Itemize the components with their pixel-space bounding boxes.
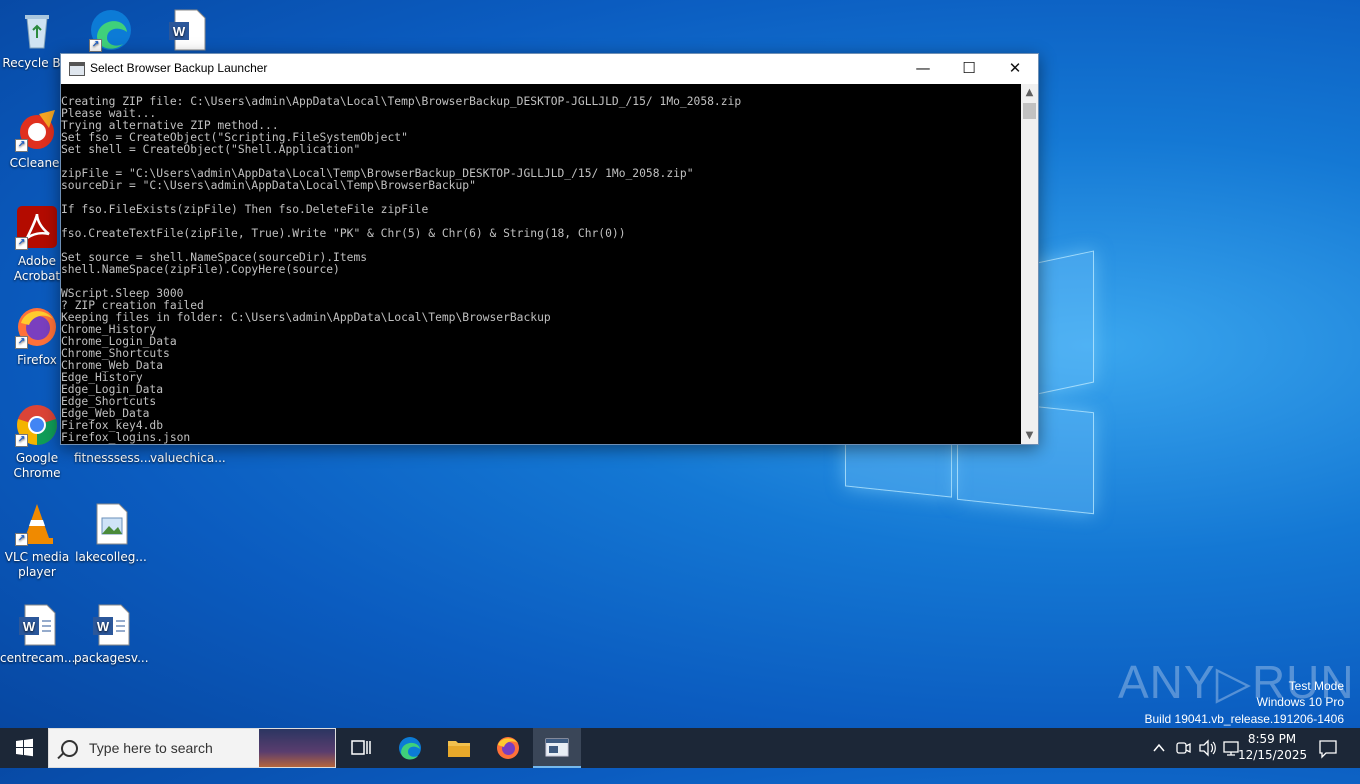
edge-icon: ↗ — [89, 8, 133, 52]
firefox-icon: ↗ — [15, 305, 59, 349]
ccleaner-icon: ↗ — [15, 108, 59, 152]
shortcut-arrow-icon: ↗ — [15, 434, 28, 447]
desktop-icon-edge[interactable]: ↗ — [74, 8, 148, 56]
taskbar-file-explorer[interactable] — [435, 728, 483, 768]
console-output[interactable]: Creating ZIP file: C:\Users\admin\AppDat… — [61, 84, 1021, 444]
taskbar-firefox[interactable] — [484, 728, 532, 768]
file-explorer-icon — [448, 741, 470, 757]
desktop-icon-label: centrecam... — [0, 651, 76, 665]
shortcut-arrow-icon: ↗ — [15, 533, 28, 546]
shortcut-arrow-icon: ↗ — [15, 237, 28, 250]
desktop-icon-label: packagesv... — [74, 651, 149, 665]
taskbar: Type here to search 8:59 PM 12/15/2025 — [0, 728, 1360, 768]
image-file-icon — [89, 502, 133, 546]
maximize-button[interactable]: ☐ — [946, 54, 992, 84]
tray-meet-now[interactable] — [1172, 728, 1194, 768]
search-placeholder: Type here to search — [89, 740, 213, 756]
console-app-icon — [69, 62, 85, 76]
close-button[interactable]: ✕ — [992, 54, 1038, 84]
scroll-thumb[interactable] — [1023, 103, 1036, 119]
notification-icon — [1319, 740, 1337, 759]
clock-time: 8:59 PM — [1247, 732, 1297, 746]
adobe-acrobat-icon: ↗ — [15, 206, 59, 250]
word-document-icon: W — [165, 8, 209, 52]
search-icon — [61, 740, 78, 757]
word-document-icon: W — [15, 603, 59, 647]
camera-icon — [1176, 742, 1191, 754]
desktop-icon-lakecolleg[interactable]: lakecolleg... — [74, 502, 148, 565]
show-hidden-icons-button[interactable] — [1150, 728, 1168, 768]
console-text: Creating ZIP file: C:\Users\admin\AppDat… — [61, 95, 742, 444]
desktop-icon-centrecam[interactable]: W centrecam... — [0, 603, 76, 666]
firefox-icon — [497, 737, 519, 759]
vlc-cone-icon: ↗ — [15, 502, 59, 546]
clock-date: 12/15/2025 — [1238, 748, 1308, 762]
taskbar-search-box[interactable]: Type here to search — [48, 728, 336, 768]
chrome-icon: ↗ — [15, 403, 59, 447]
svg-text:W: W — [23, 619, 36, 634]
window-titlebar[interactable]: Select Browser Backup Launcher — ☐ ✕ — [61, 54, 1038, 84]
watermark-build: Build 19041.vb_release.191206-1406 — [1144, 712, 1345, 726]
desktop-icon-word-doc[interactable]: W — [150, 8, 224, 56]
edge-icon — [399, 737, 421, 760]
scroll-up-icon[interactable]: ▲ — [1021, 84, 1038, 101]
desktop-icon-label: fitnesssess... — [74, 451, 152, 465]
watermark-edition: Windows 10 Pro — [1256, 695, 1344, 709]
taskbar-clock[interactable]: 8:59 PM 12/15/2025 — [1238, 731, 1308, 763]
task-view-button[interactable] — [337, 728, 385, 768]
taskbar-edge[interactable] — [386, 728, 434, 768]
desktop-icon-label: Google Chrome — [13, 451, 61, 480]
desktop-icon-packagesv[interactable]: W packagesv... — [74, 603, 149, 666]
desktop-icon-label: valuechica... — [150, 451, 226, 465]
shortcut-arrow-icon: ↗ — [15, 139, 28, 152]
console-window[interactable]: Select Browser Backup Launcher — ☐ ✕ Cre… — [60, 53, 1039, 445]
windows-start-icon — [16, 738, 33, 757]
scroll-down-icon[interactable]: ▼ — [1021, 427, 1038, 444]
shortcut-arrow-icon: ↗ — [15, 336, 28, 349]
desktop-icon-label: VLC media player — [4, 550, 70, 579]
desktop-icon-label: lakecolleg... — [75, 550, 147, 564]
watermark-test-mode: Test Mode — [1288, 679, 1344, 693]
svg-text:W: W — [97, 619, 110, 634]
shortcut-arrow-icon: ↗ — [89, 39, 102, 52]
vertical-scrollbar[interactable]: ▲ ▼ — [1021, 84, 1038, 444]
search-highlight-image — [259, 729, 335, 767]
desktop-icon-vlc[interactable]: ↗ VLC media player — [0, 502, 74, 580]
task-view-icon — [351, 740, 371, 755]
svg-text:W: W — [173, 24, 186, 39]
minimize-button[interactable]: — — [900, 54, 946, 84]
window-title: Select Browser Backup Launcher — [90, 61, 268, 75]
word-document-icon: W — [89, 603, 133, 647]
console-app-icon — [545, 738, 569, 757]
taskbar-console-app[interactable] — [533, 728, 581, 768]
chevron-up-icon — [1153, 743, 1165, 752]
anyrun-watermark: ANY▷RUN Test Mode Windows 10 Pro Build 1… — [1118, 655, 1354, 726]
recycle-bin-icon — [15, 8, 59, 52]
tray-volume[interactable] — [1196, 728, 1218, 768]
speaker-icon — [1199, 739, 1216, 757]
start-button[interactable] — [0, 728, 48, 768]
action-center-button[interactable] — [1314, 728, 1342, 768]
